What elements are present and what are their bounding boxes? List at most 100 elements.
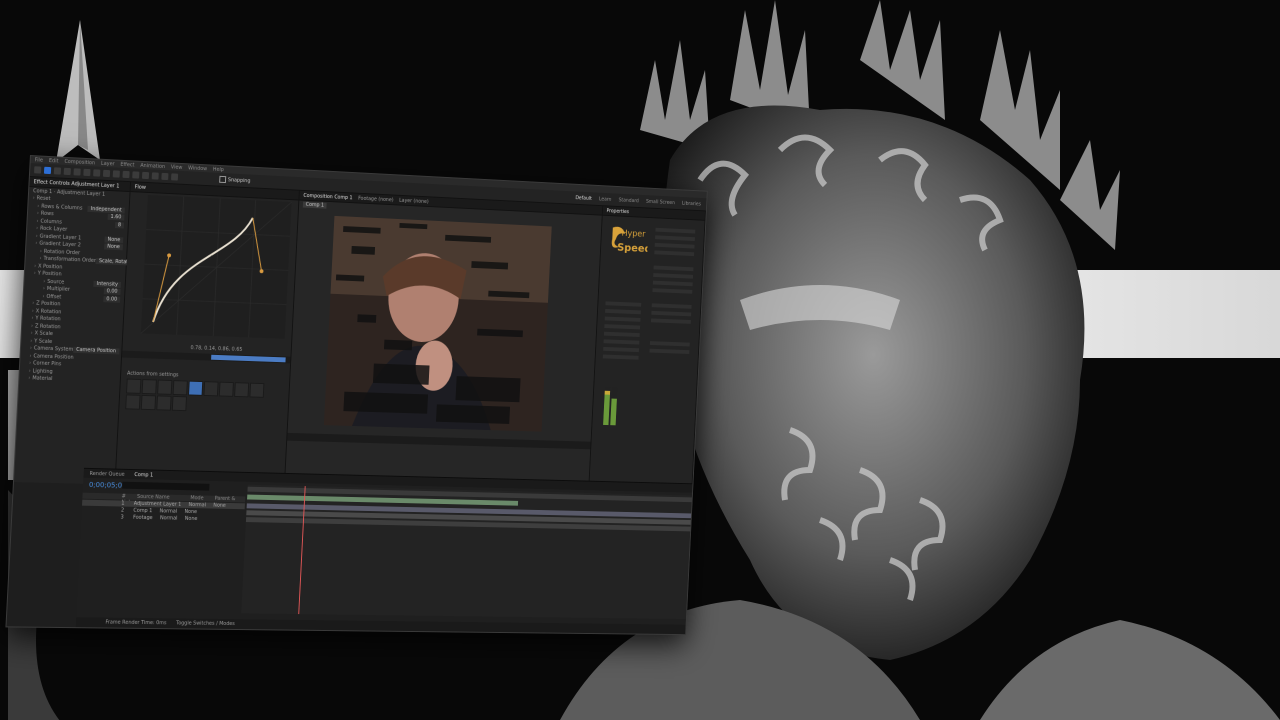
menu-animation[interactable]: Animation xyxy=(140,162,165,169)
property-row[interactable] xyxy=(604,324,641,330)
menu-edit[interactable]: Edit xyxy=(49,158,59,164)
property-row[interactable] xyxy=(651,310,692,317)
expand-arrow-icon[interactable]: › xyxy=(34,263,36,269)
snapping-checkbox[interactable] xyxy=(219,175,227,184)
home-tool-button[interactable] xyxy=(34,166,42,174)
expand-arrow-icon[interactable]: › xyxy=(42,293,44,299)
effect-property-value[interactable]: 0.00 xyxy=(103,295,121,303)
puppet-tool-button[interactable] xyxy=(171,173,179,181)
expand-arrow-icon[interactable]: › xyxy=(33,195,35,201)
property-row[interactable] xyxy=(651,303,692,309)
expand-arrow-icon[interactable]: › xyxy=(36,218,38,224)
selection-tool-button[interactable] xyxy=(43,166,52,175)
zoom-tool-button[interactable] xyxy=(63,167,71,176)
comp-breadcrumb-button[interactable]: Comp 1 xyxy=(302,201,327,209)
expand-arrow-icon[interactable]: › xyxy=(30,346,32,352)
workspace-libraries[interactable]: Libraries xyxy=(682,200,701,207)
property-row[interactable] xyxy=(649,348,690,354)
menu-help[interactable]: Help xyxy=(213,166,224,172)
workspace-standard[interactable]: Standard xyxy=(619,197,640,204)
menu-window[interactable]: Window xyxy=(188,165,207,172)
pen-tool-button[interactable] xyxy=(112,170,120,178)
property-row[interactable] xyxy=(652,280,693,287)
properties-tab[interactable]: Properties xyxy=(606,208,629,215)
expand-arrow-icon[interactable]: › xyxy=(37,211,39,217)
layer-mode[interactable]: Normal xyxy=(159,508,177,514)
flow-tab[interactable]: Flow xyxy=(135,184,146,190)
property-row[interactable] xyxy=(655,235,695,242)
layer-mode[interactable]: Normal xyxy=(160,515,178,521)
roto-tool-button[interactable] xyxy=(161,172,169,181)
effect-property-value[interactable]: 0.00 xyxy=(103,288,121,296)
expand-arrow-icon[interactable]: › xyxy=(37,203,39,209)
brush-tool-button[interactable] xyxy=(132,171,140,179)
preset-swatch[interactable] xyxy=(172,380,188,396)
preset-swatch[interactable] xyxy=(218,381,234,397)
clone-tool-button[interactable] xyxy=(141,171,150,180)
expand-arrow-icon[interactable]: › xyxy=(43,286,45,292)
expand-arrow-icon[interactable]: › xyxy=(30,338,32,344)
snapping-toggle[interactable]: Snapping xyxy=(219,175,251,184)
preset-swatch[interactable] xyxy=(140,394,157,411)
shape-tool-button[interactable] xyxy=(102,169,111,178)
effect-property-value[interactable]: 1.60 xyxy=(107,214,125,221)
property-row[interactable] xyxy=(604,316,641,322)
expand-arrow-icon[interactable]: › xyxy=(29,361,31,367)
expand-arrow-icon[interactable]: › xyxy=(28,376,30,382)
workspace-small-screen[interactable]: Small Screen xyxy=(646,198,675,205)
effect-property-value[interactable]: Intensity xyxy=(93,280,122,288)
eraser-tool-button[interactable] xyxy=(151,172,159,180)
expand-arrow-icon[interactable]: › xyxy=(29,368,31,374)
composition-viewer[interactable] xyxy=(323,215,552,432)
rotate-tool-button[interactable] xyxy=(73,168,81,176)
workspace-learn[interactable]: Learn xyxy=(599,196,612,202)
property-row[interactable] xyxy=(603,339,640,345)
layer-parent[interactable]: None xyxy=(184,509,197,515)
hand-tool-button[interactable] xyxy=(53,167,62,175)
toggle-switches-modes-button[interactable]: Toggle Switches / Modes xyxy=(176,620,235,627)
layer-search-input[interactable] xyxy=(122,481,210,491)
expand-arrow-icon[interactable]: › xyxy=(32,301,34,307)
expand-arrow-icon[interactable]: › xyxy=(34,271,36,277)
menu-file[interactable]: File xyxy=(35,157,44,163)
preset-swatch[interactable] xyxy=(234,382,250,398)
property-row[interactable] xyxy=(653,265,694,272)
current-time-display[interactable]: 0;00;05;04 xyxy=(89,481,127,490)
preset-swatch[interactable] xyxy=(249,382,265,398)
easing-curve-graph[interactable] xyxy=(140,194,292,339)
footage-tab[interactable]: Footage (none) xyxy=(358,195,394,203)
expand-arrow-icon[interactable]: › xyxy=(32,308,34,314)
expand-arrow-icon[interactable]: › xyxy=(39,256,41,262)
property-row[interactable] xyxy=(602,354,639,360)
preset-swatch-selected[interactable] xyxy=(188,380,204,396)
menu-view[interactable]: View xyxy=(171,164,183,171)
property-row[interactable] xyxy=(649,341,690,347)
expand-arrow-icon[interactable]: › xyxy=(31,316,33,322)
preset-swatch[interactable] xyxy=(126,378,142,394)
preset-swatch[interactable] xyxy=(156,395,172,411)
expand-arrow-icon[interactable]: › xyxy=(29,353,31,359)
expand-arrow-icon[interactable]: › xyxy=(31,323,33,329)
preset-swatch[interactable] xyxy=(171,395,188,412)
layer-parent[interactable]: None xyxy=(213,503,226,509)
property-row[interactable] xyxy=(653,273,694,279)
effect-property-value[interactable]: 8 xyxy=(114,221,125,229)
property-row[interactable] xyxy=(654,250,695,257)
layer-tab[interactable]: Layer (none) xyxy=(399,197,429,204)
effect-property-value[interactable]: None xyxy=(104,236,124,244)
property-row[interactable] xyxy=(655,227,696,234)
layer-parent[interactable]: None xyxy=(185,516,198,522)
expand-arrow-icon[interactable]: › xyxy=(30,331,32,337)
camera-tool-button[interactable] xyxy=(83,168,91,177)
property-row[interactable] xyxy=(650,318,691,324)
property-row[interactable] xyxy=(652,288,693,294)
pan-behind-tool-button[interactable] xyxy=(93,169,101,177)
effect-property-value[interactable]: None xyxy=(104,243,123,251)
preset-swatch[interactable] xyxy=(157,379,173,395)
preset-swatch[interactable] xyxy=(125,394,141,410)
expand-arrow-icon[interactable]: › xyxy=(43,278,45,284)
property-row[interactable] xyxy=(603,331,640,337)
expand-arrow-icon[interactable]: › xyxy=(40,248,42,254)
preset-swatch[interactable] xyxy=(203,381,219,397)
workspace-default[interactable]: Default xyxy=(575,195,592,202)
